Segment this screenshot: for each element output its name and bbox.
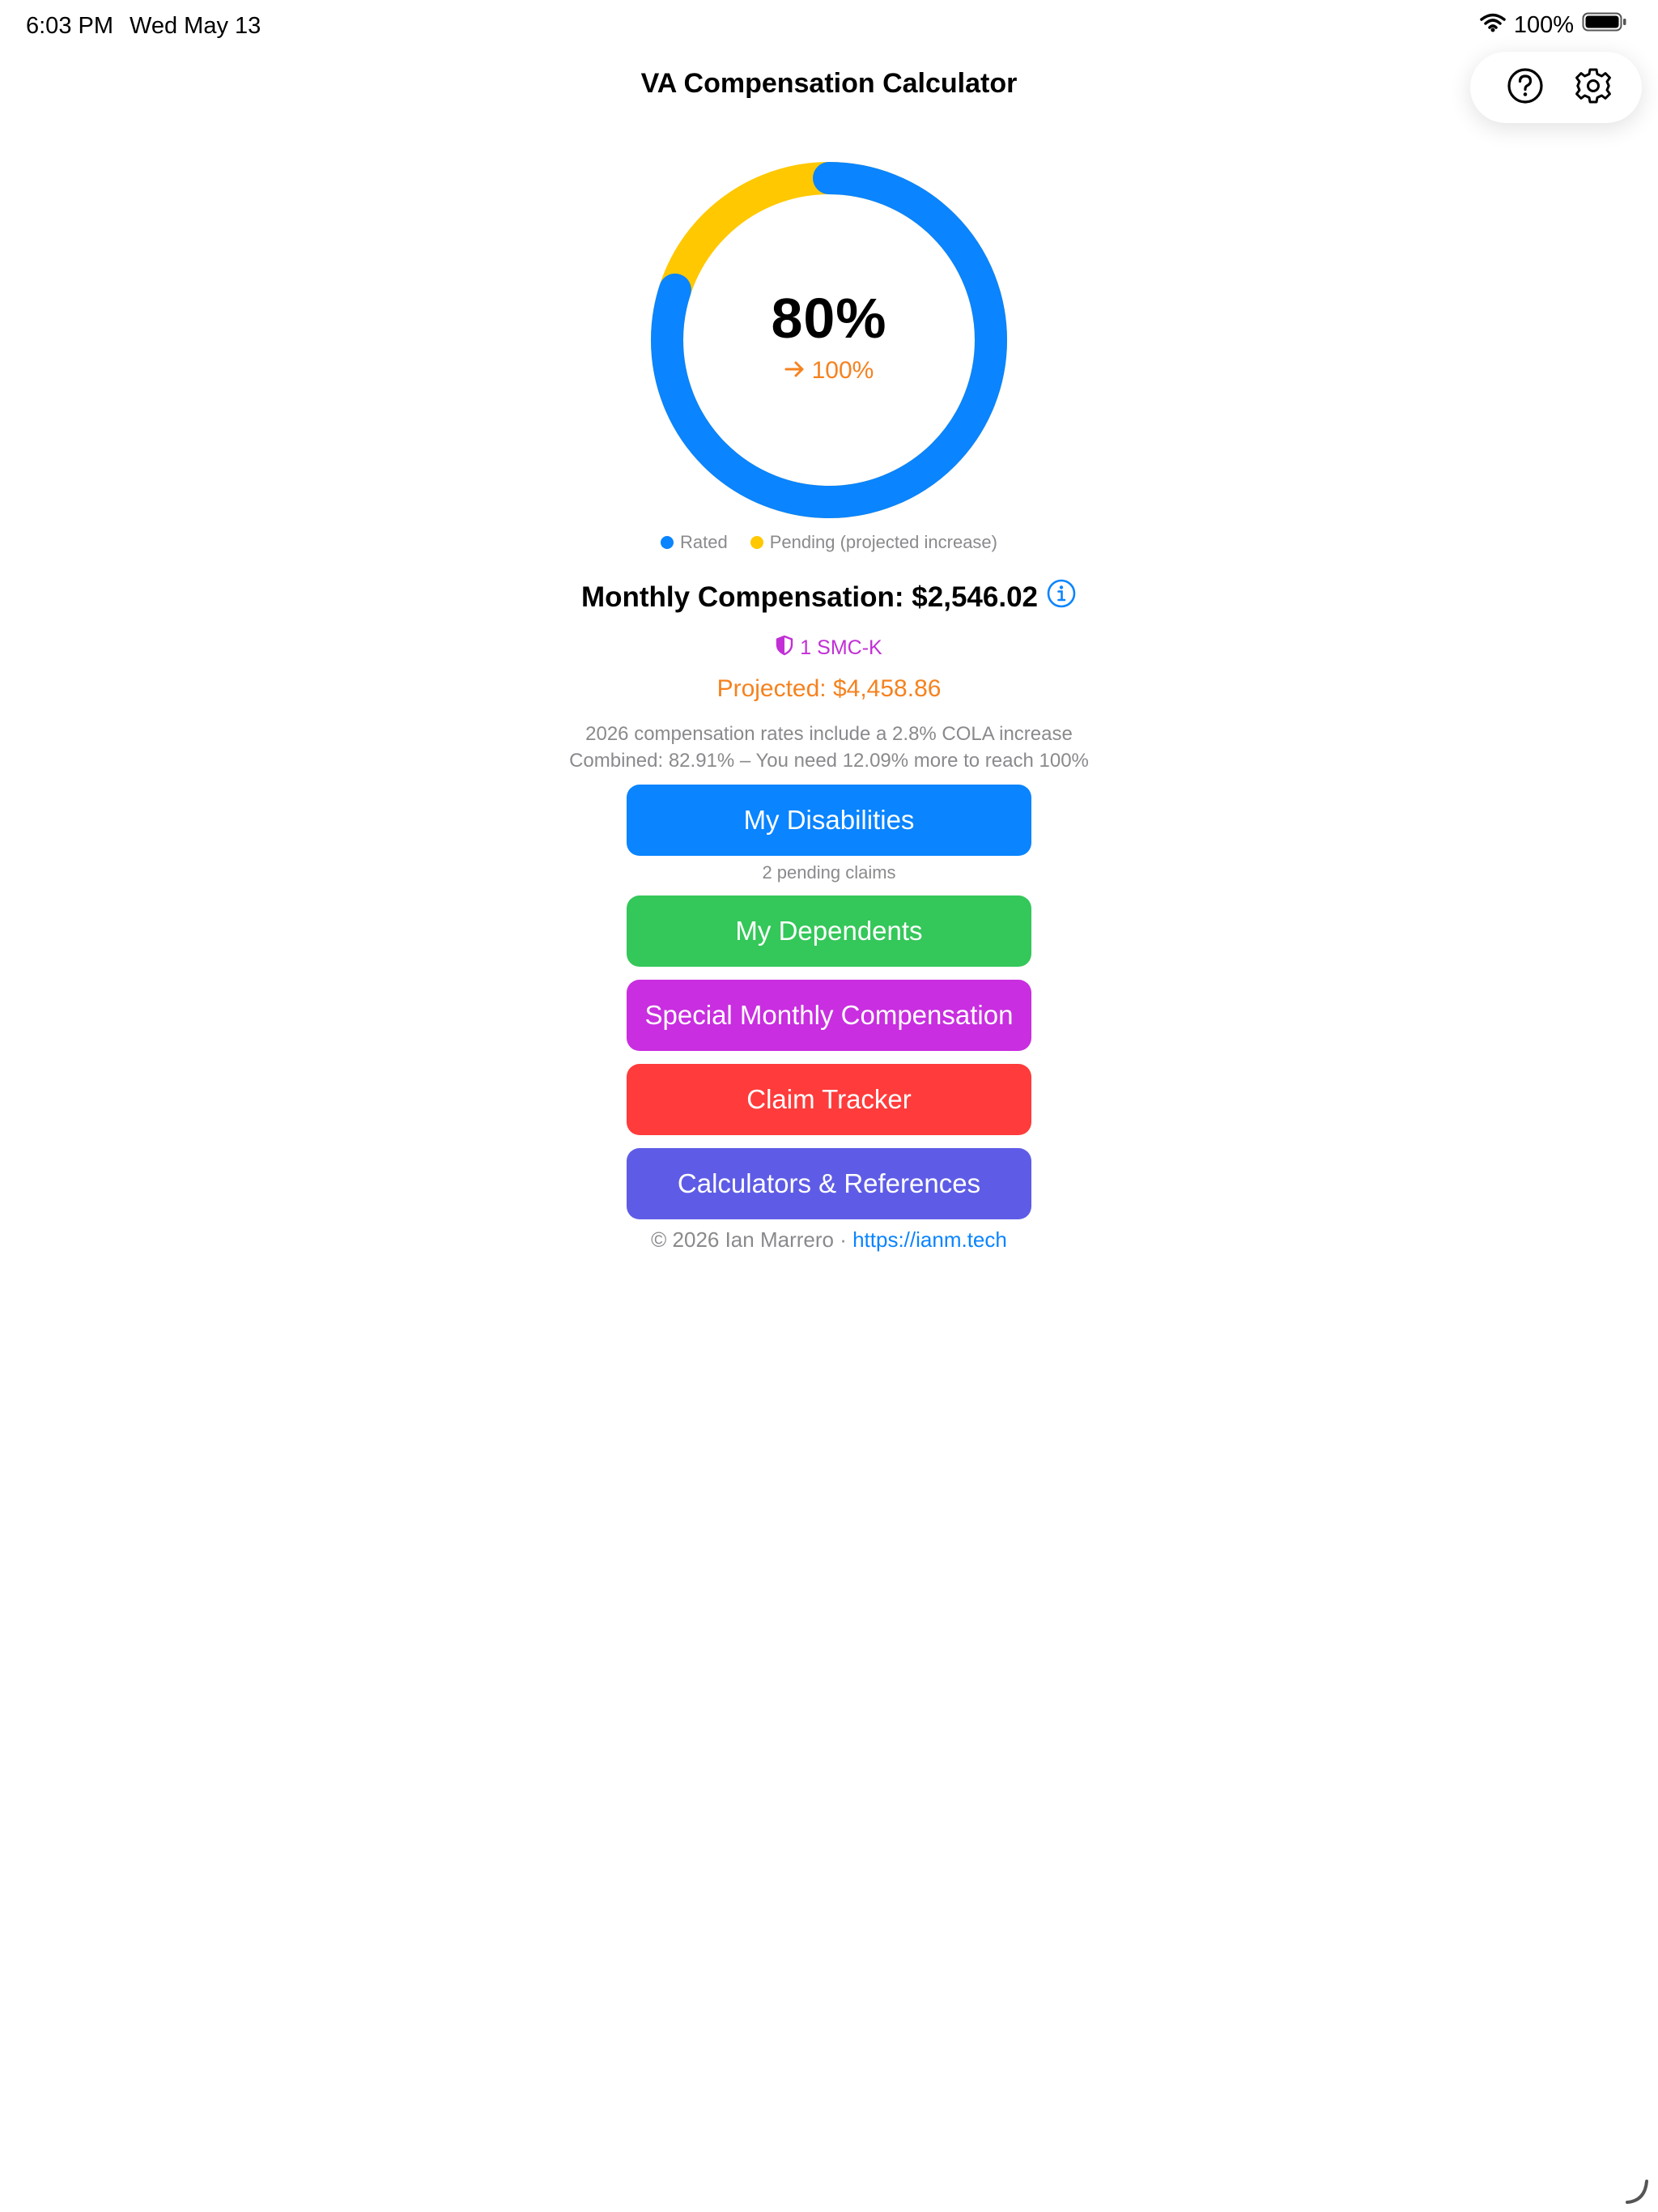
projected-percent-row: 100% xyxy=(784,357,874,385)
my-disabilities-button[interactable]: My Disabilities xyxy=(627,785,1031,856)
status-time: 6:03 PM xyxy=(26,13,113,39)
legend-dot-pending xyxy=(750,536,763,549)
legend-rated-label: Rated xyxy=(680,532,728,552)
projected-amount: Projected: $4,458.86 xyxy=(716,675,942,702)
settings-button[interactable] xyxy=(1569,63,1618,112)
ring-legend: Rated Pending (projected increase) xyxy=(0,532,1658,553)
rating-ring: 80% 100% xyxy=(649,160,1009,520)
my-dependents-button[interactable]: My Dependents xyxy=(627,895,1031,967)
footer-link[interactable]: https://ianm.tech xyxy=(852,1227,1007,1252)
legend-pending: Pending (projected increase) xyxy=(750,532,997,553)
combined-note: Combined: 82.91% – You need 12.09% more … xyxy=(569,750,1089,772)
battery-icon xyxy=(1582,11,1627,39)
smc-badge: 1 SMC-K xyxy=(0,635,1658,661)
monthly-compensation-label: Monthly Compensation: $2,546.02 xyxy=(580,581,1039,613)
help-button[interactable] xyxy=(1501,63,1550,112)
battery-percent: 100% xyxy=(1513,11,1574,38)
question-circle-icon xyxy=(1506,66,1545,109)
arrow-right-icon xyxy=(784,357,806,385)
info-icon[interactable] xyxy=(1046,578,1077,616)
resize-handle-icon[interactable] xyxy=(1622,2176,1652,2210)
wifi-icon xyxy=(1480,12,1506,39)
calculators-references-button[interactable]: Calculators & References xyxy=(627,1148,1031,1219)
page-title: VA Compensation Calculator xyxy=(640,68,1018,99)
claim-tracker-button[interactable]: Claim Tracker xyxy=(627,1064,1031,1135)
status-bar: 6:03 PM Wed May 13 100% xyxy=(0,0,1658,52)
projected-percent: 100% xyxy=(811,357,874,384)
toolbar xyxy=(1470,52,1642,123)
legend-pending-label: Pending (projected increase) xyxy=(769,532,997,552)
special-monthly-compensation-button[interactable]: Special Monthly Compensation xyxy=(627,980,1031,1051)
ring-center: 80% 100% xyxy=(649,160,1009,520)
rated-percent: 80% xyxy=(771,287,887,350)
gear-icon xyxy=(1573,66,1613,110)
monthly-compensation: Monthly Compensation: $2,546.02 xyxy=(0,578,1658,616)
footer: © 2026 Ian Marrero · https://ianm.tech xyxy=(0,1227,1658,1253)
status-indicators: 100% xyxy=(1480,11,1627,39)
cola-note: 2026 compensation rates include a 2.8% C… xyxy=(585,723,1073,745)
status-date: Wed May 13 xyxy=(130,13,261,39)
legend-rated: Rated xyxy=(661,532,728,553)
shield-icon xyxy=(776,635,793,661)
pending-claims-caption: 2 pending claims xyxy=(762,862,896,883)
smc-badge-label: 1 SMC-K xyxy=(800,636,882,659)
footer-copyright: © 2026 Ian Marrero · xyxy=(651,1227,847,1252)
legend-dot-rated xyxy=(661,536,674,549)
